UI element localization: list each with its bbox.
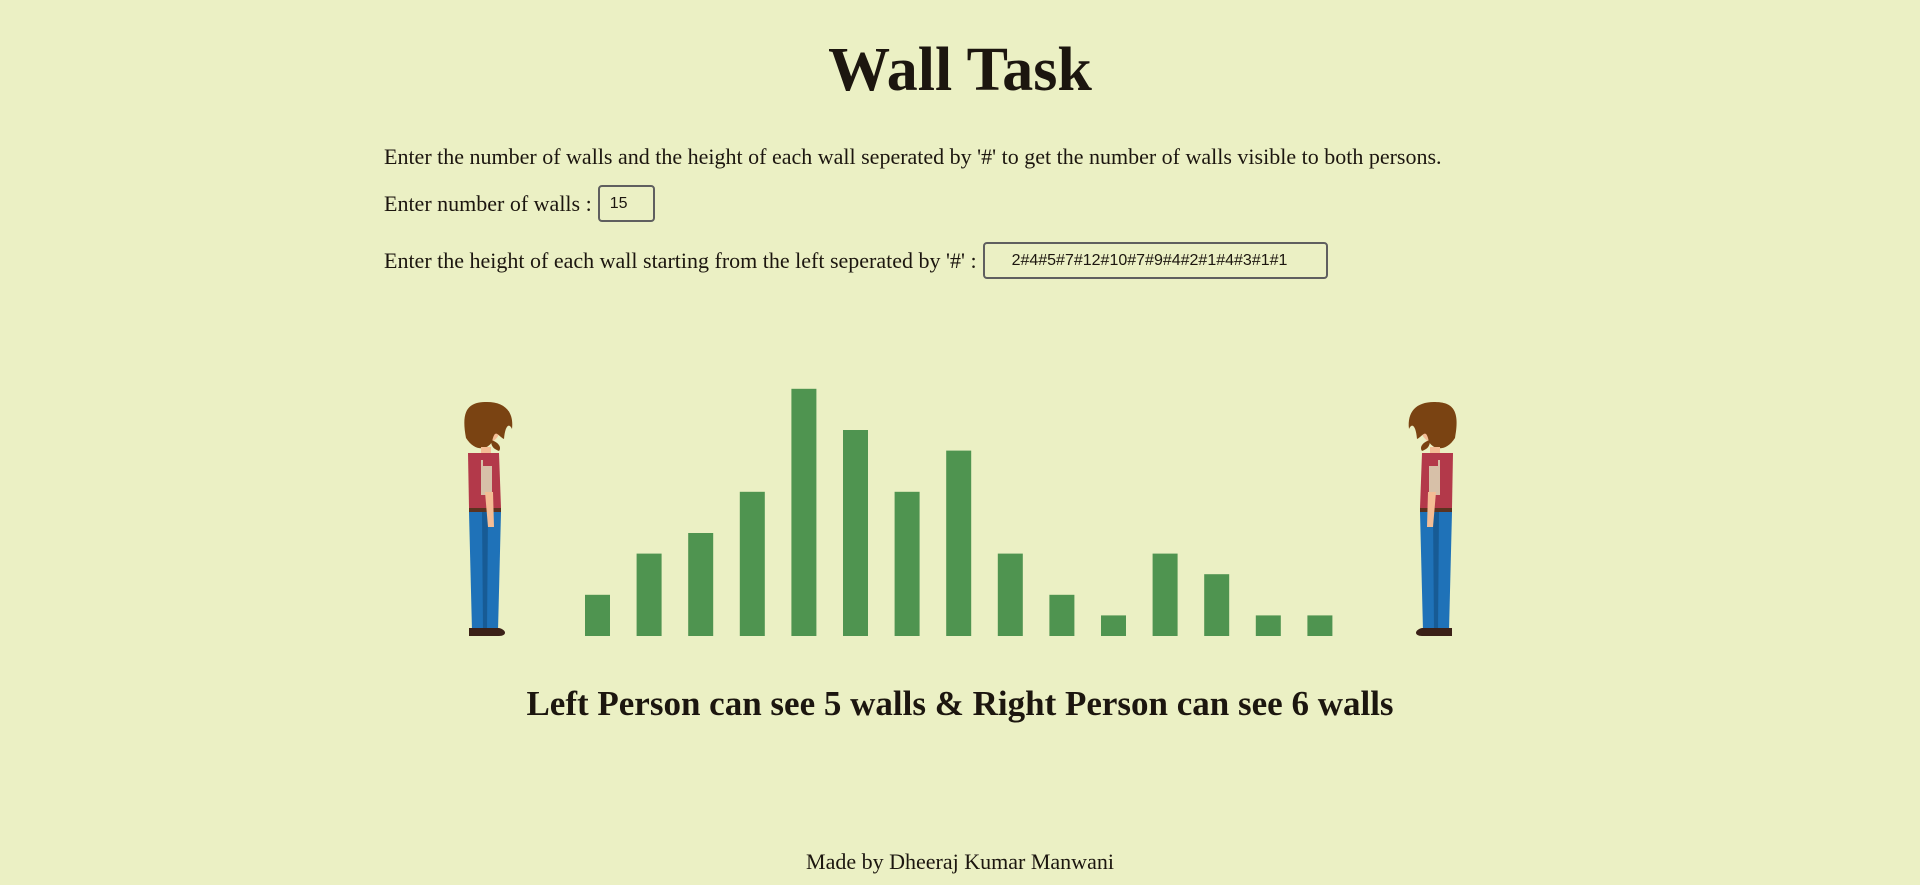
walls-group [585, 388, 1333, 636]
wall-bar [791, 388, 817, 636]
wall-bar [946, 450, 972, 636]
wall-heights-label: Enter the height of each wall starting f… [384, 247, 977, 273]
wall-bar [688, 533, 714, 636]
wall-bar [1049, 594, 1075, 636]
footer-credit: Made by Dheeraj Kumar Manwani [806, 849, 1114, 874]
wall-bar [1152, 553, 1178, 636]
wall-bar [997, 553, 1023, 636]
page-title: Wall Task [828, 36, 1092, 104]
left-person-icon [464, 402, 513, 636]
right-person-icon [1408, 402, 1457, 636]
instructions-text: Enter the number of walls and the height… [384, 144, 1442, 169]
wall-count-row: Enter number of walls : [384, 185, 655, 222]
wall-heights-input[interactable] [982, 242, 1328, 279]
wall-bar [585, 594, 610, 636]
wall-heights-row: Enter the height of each wall starting f… [384, 242, 1328, 279]
wall-bar [1101, 615, 1126, 636]
wall-bar [1307, 615, 1333, 636]
wall-task-page: Wall Task Enter the number of walls and … [0, 0, 1920, 885]
wall-bar [894, 491, 920, 636]
wall-bar [1204, 574, 1230, 636]
result-text: Left Person can see 5 walls & Right Pers… [526, 684, 1394, 723]
wall-scene [464, 388, 1457, 636]
wall-count-input[interactable] [597, 185, 655, 222]
wall-count-label: Enter number of walls : [384, 190, 592, 216]
wall-bar [636, 553, 662, 636]
wall-bar [739, 491, 765, 636]
wall-bar [843, 430, 868, 636]
wall-bar [1255, 615, 1281, 636]
